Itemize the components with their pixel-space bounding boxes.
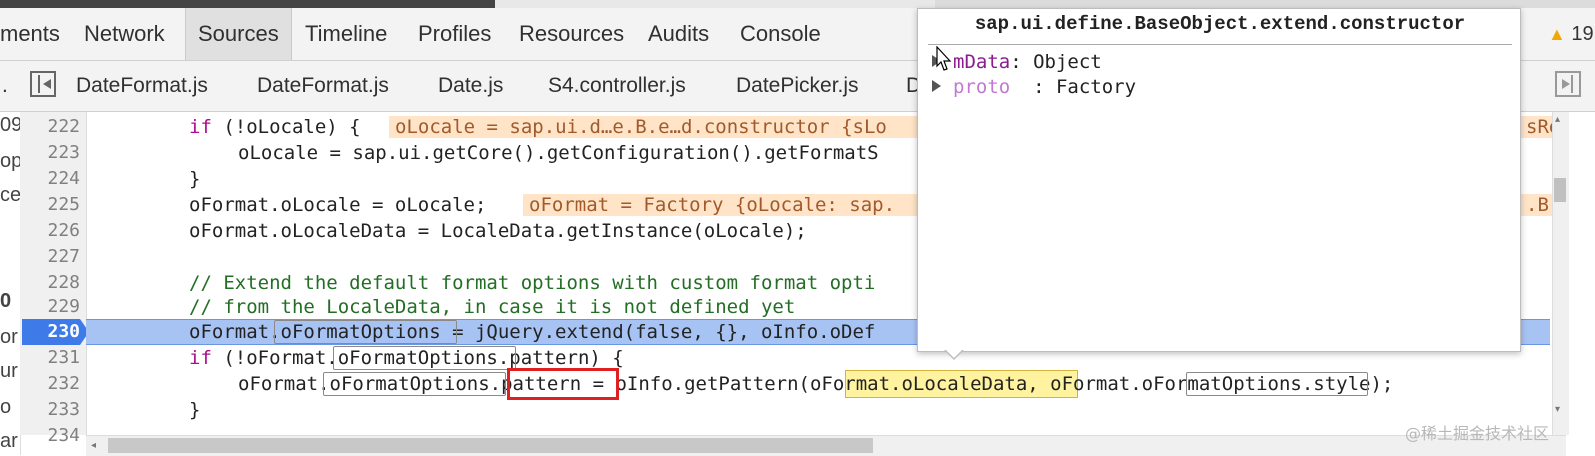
object-inspector-popover[interactable]: sap.ui.define.BaseObject.extend.construc… bbox=[917, 8, 1521, 352]
line-number[interactable]: 228 bbox=[20, 270, 80, 296]
sidebar-fragment[interactable]: ur bbox=[0, 360, 18, 383]
tab-profiles[interactable]: Profiles bbox=[418, 8, 491, 60]
annotation-red-box bbox=[507, 368, 619, 400]
code-line-226[interactable]: oFormat.oLocaleData = LocaleData.getInst… bbox=[189, 218, 807, 244]
code-line-233[interactable]: } bbox=[189, 397, 200, 423]
window-top-strip-light bbox=[495, 0, 935, 8]
property-hover-box bbox=[1186, 372, 1368, 396]
inline-value-right: .B. bbox=[1520, 194, 1556, 216]
file-tab-dateformat-2[interactable]: DateFormat.js bbox=[257, 61, 389, 111]
sidebar-fragment[interactable]: op bbox=[0, 150, 20, 173]
line-number[interactable]: 231 bbox=[20, 345, 80, 371]
line-number[interactable]: 222 bbox=[20, 114, 80, 140]
warning-count: 19 bbox=[1571, 23, 1594, 45]
file-tab-date[interactable]: Date.js bbox=[438, 61, 503, 111]
sidebar-fragment[interactable]: o bbox=[0, 396, 11, 419]
sidebar-fragment[interactable]: or bbox=[0, 326, 18, 349]
keyword: if bbox=[189, 116, 212, 138]
warning-icon: ▲ bbox=[1548, 24, 1566, 44]
breakpoint-line-number[interactable]: 230 bbox=[22, 319, 80, 345]
file-tab-datepicker[interactable]: DatePicker.js bbox=[736, 61, 859, 111]
line-number[interactable]: 226 bbox=[20, 218, 80, 244]
tab-network[interactable]: Network bbox=[84, 8, 165, 60]
code-text: (!oLocale) { bbox=[211, 116, 361, 138]
navigator-sidebar: 09 op ce 0 or ur o ar bbox=[0, 112, 21, 455]
line-number[interactable]: 224 bbox=[20, 166, 80, 192]
tab-console[interactable]: Console bbox=[740, 8, 821, 60]
code-line-225[interactable]: oFormat.oLocale = oLocale; bbox=[189, 192, 486, 218]
toggle-debugger-icon[interactable] bbox=[1555, 71, 1581, 97]
inline-value-oformat: oFormat = Factory {oLocale: sap. bbox=[523, 194, 923, 216]
sidebar-fragment[interactable]: ar bbox=[0, 430, 18, 453]
tab-timeline[interactable]: Timeline bbox=[305, 8, 387, 60]
expand-triangle-icon[interactable] bbox=[932, 80, 941, 92]
sidebar-fragment[interactable]: 0 bbox=[0, 290, 11, 313]
sidebar-fragment[interactable]: ce bbox=[0, 184, 20, 207]
code-line-223[interactable]: oLocale = sap.ui.getCore().getConfigurat… bbox=[238, 140, 879, 166]
property-key: proto bbox=[953, 76, 1011, 98]
property-hover-box bbox=[333, 346, 516, 370]
code-line-222[interactable]: if (!oLocale) { bbox=[189, 114, 361, 140]
watermark-text: @稀土掘金技术社区 bbox=[1405, 424, 1550, 443]
property-value: : Factory bbox=[1010, 76, 1137, 98]
window-top-strip-dark bbox=[0, 0, 495, 8]
file-tab-truncated[interactable]: . bbox=[2, 61, 8, 111]
line-number[interactable]: 232 bbox=[20, 371, 80, 397]
vertical-scrollbar[interactable] bbox=[1552, 112, 1569, 435]
line-number[interactable]: 227 bbox=[20, 244, 80, 270]
popover-arrow-inner bbox=[945, 349, 963, 358]
file-tab-s4-controller[interactable]: S4.controller.js bbox=[548, 61, 686, 111]
code-line-224[interactable]: } bbox=[189, 166, 200, 192]
line-number[interactable]: 234 bbox=[20, 423, 80, 449]
popover-title: sap.ui.define.BaseObject.extend.construc… bbox=[974, 13, 1466, 35]
scroll-left-icon[interactable]: ◂ bbox=[91, 440, 96, 451]
horizontal-scroll-thumb[interactable] bbox=[108, 438, 873, 453]
tree-row-proto[interactable]: proto : Factory bbox=[932, 74, 1136, 100]
line-number[interactable]: 229 bbox=[20, 294, 80, 320]
tab-sources[interactable]: Sources bbox=[185, 8, 292, 60]
line-number[interactable]: 223 bbox=[20, 140, 80, 166]
property-key: mData bbox=[953, 51, 1011, 73]
line-number[interactable]: 225 bbox=[20, 192, 80, 218]
property-hover-box bbox=[274, 320, 457, 344]
mouse-cursor-icon bbox=[936, 46, 952, 71]
property-hover-box bbox=[323, 372, 506, 396]
warnings-counter[interactable]: ▲ 19 bbox=[1548, 8, 1594, 60]
scroll-up-icon[interactable]: ▴ bbox=[1555, 114, 1560, 125]
line-number[interactable]: 233 bbox=[20, 397, 80, 423]
code-line-229[interactable]: // from the LocaleData, in case it is no… bbox=[189, 294, 795, 320]
inline-value-right: sRe bbox=[1520, 116, 1556, 138]
tree-row-mdata[interactable]: mData: Object bbox=[932, 49, 1102, 75]
tab-resources[interactable]: Resources bbox=[519, 8, 624, 60]
inline-value-olocale: oLocale = sap.ui.d…e.B.e…d.constructor {… bbox=[389, 116, 923, 138]
toggle-navigator-icon[interactable] bbox=[30, 71, 56, 97]
keyword: if bbox=[189, 347, 212, 369]
popover-divider bbox=[928, 44, 1512, 45]
scroll-down-icon[interactable]: ▾ bbox=[1555, 404, 1560, 415]
file-tab-dateformat-1[interactable]: DateFormat.js bbox=[76, 61, 208, 111]
sidebar-fragment[interactable]: 09 bbox=[0, 114, 20, 137]
tab-elements[interactable]: ments bbox=[0, 8, 60, 60]
code-line-228[interactable]: // Extend the default format options wit… bbox=[189, 270, 875, 296]
vertical-scroll-thumb[interactable] bbox=[1554, 178, 1566, 202]
right-panel-edge bbox=[1570, 112, 1595, 455]
property-value: : Object bbox=[1010, 51, 1102, 73]
tab-audits[interactable]: Audits bbox=[648, 8, 709, 60]
